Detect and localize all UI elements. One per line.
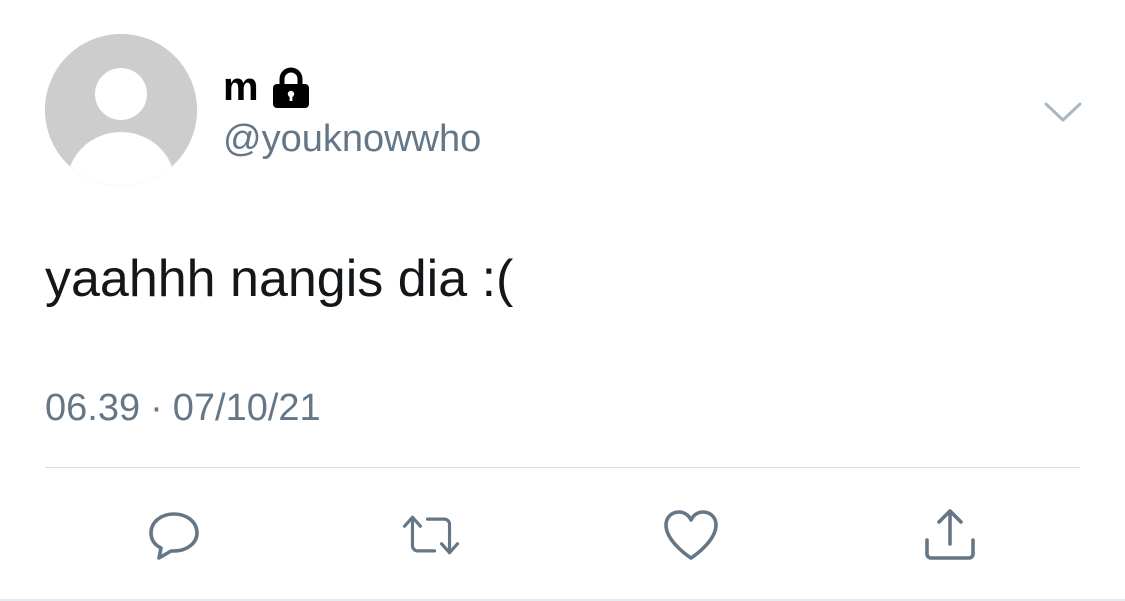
retweet-button[interactable] [401,505,461,565]
user-name-row: m [223,62,311,112]
tweet-card: m @youknowwho yaahhh nangis dia :( 06.39… [0,0,1125,601]
user-handle[interactable]: @youknowwho [223,117,481,163]
like-button[interactable] [661,505,721,565]
reply-button[interactable] [144,505,204,565]
share-button[interactable] [920,505,980,565]
retweet-icon [402,515,460,555]
share-icon [925,509,975,560]
divider [45,467,1080,468]
tweet-date: 07/10/21 [172,387,321,429]
heart-icon [664,510,718,560]
display-name[interactable]: m [223,67,259,107]
reply-icon [149,512,199,560]
tweet-text: yaahhh nangis dia :( [45,250,514,308]
timestamp-separator: · [150,387,163,429]
lock-icon [271,66,311,108]
tweet-time: 06.39 [45,387,141,429]
default-avatar-icon [45,34,197,186]
avatar[interactable] [45,34,197,186]
tweet-timestamp[interactable]: 06.39 · 07/10/21 [45,386,321,432]
chevron-down-icon[interactable] [1044,100,1082,126]
